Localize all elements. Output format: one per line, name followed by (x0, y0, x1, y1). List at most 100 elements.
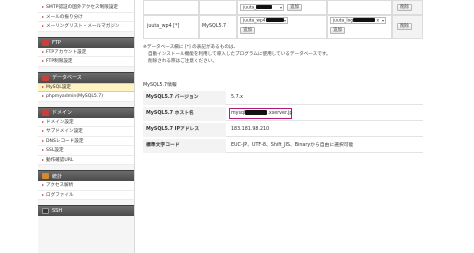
statistics-icon (42, 173, 49, 179)
add-user-button-row2[interactable]: 追加 (240, 27, 255, 34)
info-label: 標準文字コード (143, 139, 226, 153)
arrow-bullet-icon (42, 86, 44, 89)
sidebar-item-label: メーリングリスト・メールマガジン (46, 24, 120, 30)
arrow-bullet-icon (42, 158, 44, 161)
sidebar-item-label: SSL設定 (46, 148, 64, 154)
sidebar-item-label: 動作確認URL (46, 157, 74, 163)
chevron-down-icon (284, 19, 286, 22)
arrow-bullet-icon (42, 120, 44, 123)
arrow-bullet-icon (42, 95, 44, 98)
sidebar-section-ssh[interactable]: SSH (38, 205, 134, 216)
sidebar-item-access-analysis[interactable]: アクセス解析 (38, 181, 134, 191)
sidebar-section-domain: ドメイン (38, 106, 134, 118)
sidebar-item-label: メールの振り分け (46, 14, 83, 20)
arrow-bullet-icon (42, 25, 44, 28)
user-select-value: juuta_ (243, 5, 257, 11)
info-row-hostname: MySQL5.7 ホスト名 mysql .xserver.jp (143, 107, 423, 121)
sidebar-item-ssl-settings[interactable]: SSL設定 (38, 146, 134, 156)
info-value: mysql .xserver.jp (231, 107, 292, 121)
note-line: ※データベース欄に [*] の表記があるものは、 (143, 45, 239, 50)
sidebar: SMTP認証の国外アクセス制限設定 メールの振り分け メーリングリスト・メールマ… (38, 0, 135, 253)
sidebar-item-label: phpmyadmin(MySQL5.7) (46, 93, 103, 99)
info-label: MySQL5.7 IPアドレス (143, 123, 226, 137)
sidebar-section-title: SSH (52, 208, 63, 214)
sidebar-item-domain-settings[interactable]: ドメイン設定 (38, 117, 134, 127)
ssh-terminal-icon (42, 208, 49, 214)
sidebar-section-title: ドメイン (52, 110, 73, 116)
redaction-bar (245, 110, 268, 115)
sidebar-item-mailing-list[interactable]: メーリングリスト・メールマガジン (38, 22, 134, 32)
user-select-value: juuta_log (333, 18, 354, 24)
sidebar-item-label: サブドメイン設定 (46, 129, 83, 135)
sidebar-item-label: MySQL設定 (46, 85, 71, 91)
user-select-row2[interactable]: juuta_wp4 (240, 17, 288, 24)
sidebar-item-phpmyadmin[interactable]: phpmyadmin(MySQL5.7) (38, 92, 134, 102)
sidebar-item-label: SMTP認証の国外アクセス制限設定 (46, 5, 118, 11)
sidebar-item-ftp-account[interactable]: FTPアカウント設定 (38, 47, 134, 57)
info-label: MySQL5.7 ホスト名 (143, 107, 226, 121)
hostname-prefix: mysql (231, 111, 246, 116)
info-value: 183.181.98.210 (231, 127, 270, 132)
sidebar-section-database: データベース (38, 71, 134, 83)
sidebar-item-label: ログファイル (46, 192, 74, 198)
sidebar-item-label: アクセス解析 (46, 183, 74, 189)
database-notes: ※データベース欄に [*] の表記があるものは、 自動インストール機能を利用して… (143, 44, 423, 66)
note-line: 削除される際はご注意ください。 (148, 59, 217, 65)
arrow-bullet-icon (42, 193, 44, 196)
arrow-bullet-icon (42, 130, 44, 133)
main-content: juuta_ 追加 削除 juuta_wp4 [*] MySQL5.7 juut… (139, 0, 429, 253)
sidebar-item-test-url[interactable]: 動作確認URL (38, 155, 134, 165)
sidebar-item-label: FTPアカウント設定 (46, 49, 87, 55)
sidebar-item-log-files[interactable]: ログファイル (38, 190, 134, 200)
redaction-bar (265, 18, 284, 22)
left-margin (0, 0, 38, 253)
sidebar-item-mail-filter[interactable]: メールの振り分け (38, 12, 134, 22)
user-select-suffix: x (376, 18, 380, 24)
sidebar-section-title: FTP (52, 39, 61, 46)
delete-button-row1[interactable]: 削除 (397, 4, 412, 11)
sidebar-section-ftp: FTP (38, 36, 134, 48)
app-window: SMTP認証の国外アクセス制限設定 メールの振り分け メーリングリスト・メールマ… (0, 0, 474, 253)
db-version-cell (199, 0, 237, 15)
sidebar-item-label: ドメイン設定 (46, 119, 74, 125)
user-select-row1[interactable]: juuta_ (240, 4, 284, 11)
sidebar-section-statistics: 統計 (38, 170, 134, 181)
redaction-bar (256, 5, 273, 9)
chevron-down-icon (280, 6, 282, 9)
sidebar-item-label: FTP制限設定 (46, 59, 73, 65)
redaction-bar (353, 18, 376, 22)
add-user-button-2-row2[interactable]: 追加 (330, 27, 345, 34)
sidebar-item-smtp-restriction[interactable]: SMTP認証の国外アクセス制限設定 (38, 3, 134, 13)
db-name-text: juuta_wp4 [*] (147, 24, 180, 29)
add-user-button-row1[interactable]: 追加 (287, 4, 302, 11)
sidebar-item-subdomain-settings[interactable]: サブドメイン設定 (38, 127, 134, 137)
arrow-bullet-icon (42, 149, 44, 152)
arrow-bullet-icon (42, 60, 44, 63)
info-value: 5.7.x (231, 95, 243, 100)
info-row-ip: MySQL5.7 IPアドレス 183.181.98.210 (143, 123, 423, 137)
db-version-text: MySQL5.7 (202, 24, 227, 29)
arrow-bullet-icon (42, 50, 44, 53)
sidebar-item-dns-record[interactable]: DNSレコード設定 (38, 136, 134, 146)
sidebar-item-mysql-settings[interactable]: MySQL設定 (38, 82, 134, 92)
arrow-bullet-icon (42, 139, 44, 142)
arrow-bullet-icon (42, 6, 44, 9)
sidebar-item-label: DNSレコード設定 (46, 138, 84, 144)
sidebar-section-title: 統計 (52, 173, 63, 180)
arrow-bullet-icon (42, 184, 44, 187)
mysql-info-title: MySQL5.7情報 (143, 83, 177, 88)
delete-button-row2[interactable]: 削除 (397, 23, 412, 30)
domain-globe-icon (42, 109, 49, 116)
arrow-bullet-icon (42, 15, 44, 18)
info-value: EUC-JP、UTF-8、Shift_JIS、Binaryから自由に選択可能 (231, 143, 354, 148)
user-select-value: juuta_wp4 (243, 18, 266, 24)
db-user-cell-2 (327, 0, 392, 15)
sidebar-section-title: データベース (52, 75, 82, 81)
info-row-charset: 標準文字コード EUC-JP、UTF-8、Shift_JIS、Binaryから自… (143, 139, 423, 153)
database-icon (42, 74, 49, 81)
user-select-2-row2[interactable]: juuta_log x (330, 17, 386, 24)
sidebar-item-ftp-restriction[interactable]: FTP制限設定 (38, 57, 134, 67)
db-name-cell (143, 0, 199, 15)
info-label: MySQL5.7 バージョン (143, 91, 226, 105)
ftp-folder-icon (42, 39, 49, 46)
